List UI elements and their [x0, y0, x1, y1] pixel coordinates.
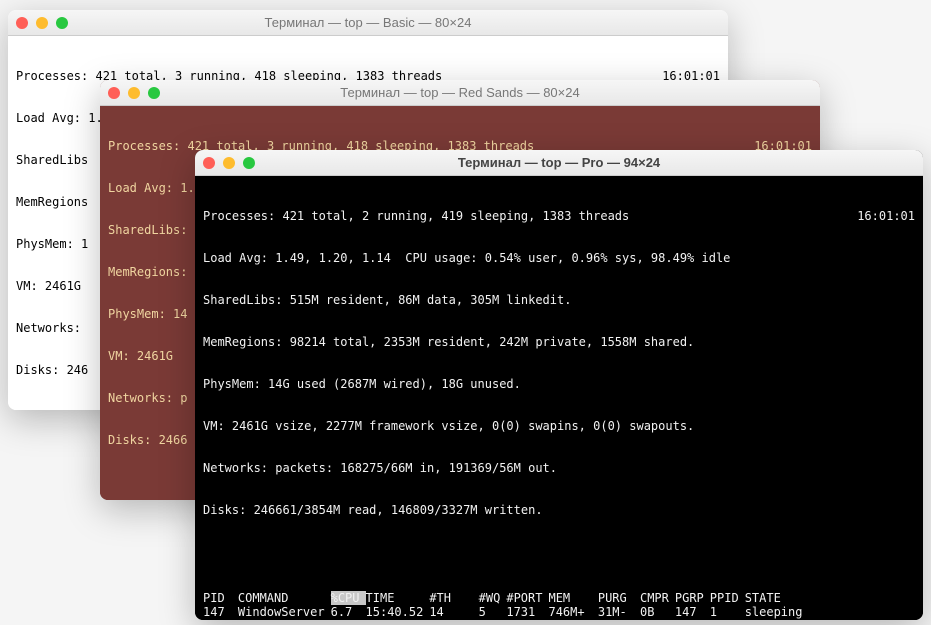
process-table-pro: PIDCOMMAND%CPUTIME#TH#WQ#PORTMEMPURGCMPR… [203, 591, 808, 620]
blank-line [203, 545, 915, 559]
column-header: #TH [429, 591, 478, 605]
traffic-lights [203, 157, 255, 169]
column-header: PGRP [675, 591, 710, 605]
titlebar-redsands[interactable]: Терминал — top — Red Sands — 80×24 [100, 80, 820, 106]
table-cell: 3692 [710, 619, 745, 620]
minimize-icon[interactable] [223, 157, 235, 169]
disks-line: Disks: 246661/3854M read, 146809/3327M w… [203, 503, 915, 517]
table-cell: 0B [640, 605, 675, 619]
table-cell: 1 [710, 605, 745, 619]
physmem-line: PhysMem: 14G used (2687M wired), 18G unu… [203, 377, 915, 391]
minimize-icon[interactable] [128, 87, 140, 99]
table-cell: 0B [598, 619, 640, 620]
window-title: Терминал — top — Basic — 80×24 [8, 15, 728, 30]
column-header: PURG [598, 591, 640, 605]
column-header: COMMAND [238, 591, 331, 605]
table-cell: 3.2 [331, 619, 366, 620]
close-icon[interactable] [203, 157, 215, 169]
close-icon[interactable] [108, 87, 120, 99]
table-cell: 0B [640, 619, 675, 620]
proc-line: Processes: 421 total, 2 running, 419 sle… [203, 209, 629, 223]
titlebar-basic[interactable]: Терминал — top — Basic — 80×24 [8, 10, 728, 36]
table-cell: 746M+ [548, 605, 597, 619]
vm-line: VM: 2461G vsize, 2277M framework vsize, … [203, 419, 915, 433]
table-cell: 1 [429, 619, 478, 620]
terminal-output-pro: Processes: 421 total, 2 running, 419 sle… [195, 176, 923, 620]
table-cell: 3725 [203, 619, 238, 620]
minimize-icon[interactable] [36, 17, 48, 29]
column-header: CMPR [640, 591, 675, 605]
table-cell: 25 [506, 619, 548, 620]
table-cell: 147 [675, 605, 710, 619]
table-cell: 147 [203, 605, 238, 619]
close-icon[interactable] [16, 17, 28, 29]
memregions-line: MemRegions: 98214 total, 2353M resident,… [203, 335, 915, 349]
column-header: #PORT [506, 591, 548, 605]
window-title: Терминал — top — Red Sands — 80×24 [100, 85, 820, 100]
column-header: STATE [745, 591, 809, 605]
table-cell: 0 [479, 619, 507, 620]
table-cell: sleeping [745, 605, 809, 619]
column-header: TIME [366, 591, 430, 605]
window-title: Терминал — top — Pro — 94×24 [195, 155, 923, 170]
traffic-lights [108, 87, 160, 99]
table-cell: 31M- [598, 605, 640, 619]
table-cell: 15:40.52 [366, 605, 430, 619]
load-line: Load Avg: 1.49, 1.20, 1.14 CPU usage: 0.… [203, 251, 915, 265]
clock: 16:01:01 [857, 209, 915, 223]
traffic-lights [16, 17, 68, 29]
maximize-icon[interactable] [243, 157, 255, 169]
table-cell: 1731 [506, 605, 548, 619]
networks-line: Networks: packets: 168275/66M in, 191369… [203, 461, 915, 475]
table-cell: 6.7 [331, 605, 366, 619]
titlebar-pro[interactable]: Терминал — top — Pro — 94×24 [195, 150, 923, 176]
table-row: 147WindowServer6.715:40.521451731746M+31… [203, 605, 808, 619]
table-cell: 3725 [675, 619, 710, 620]
table-cell: 14 [429, 605, 478, 619]
terminal-window-pro[interactable]: Терминал — top — Pro — 94×24 Processes: … [195, 150, 923, 620]
table-cell: WindowServer [238, 605, 331, 619]
table-row: 3725top3.200:17.3710253864K0B0B37253692s… [203, 619, 808, 620]
column-header: MEM [548, 591, 597, 605]
table-cell: sleeping [745, 619, 809, 620]
table-cell: 00:17.37 [366, 619, 430, 620]
column-header: PPID [710, 591, 745, 605]
table-cell: top [238, 619, 331, 620]
sharedlibs-line: SharedLibs: 515M resident, 86M data, 305… [203, 293, 915, 307]
maximize-icon[interactable] [56, 17, 68, 29]
column-header: %CPU [331, 591, 366, 605]
maximize-icon[interactable] [148, 87, 160, 99]
column-header: PID [203, 591, 238, 605]
table-cell: 3864K [548, 619, 597, 620]
table-cell: 5 [479, 605, 507, 619]
column-header: #WQ [479, 591, 507, 605]
